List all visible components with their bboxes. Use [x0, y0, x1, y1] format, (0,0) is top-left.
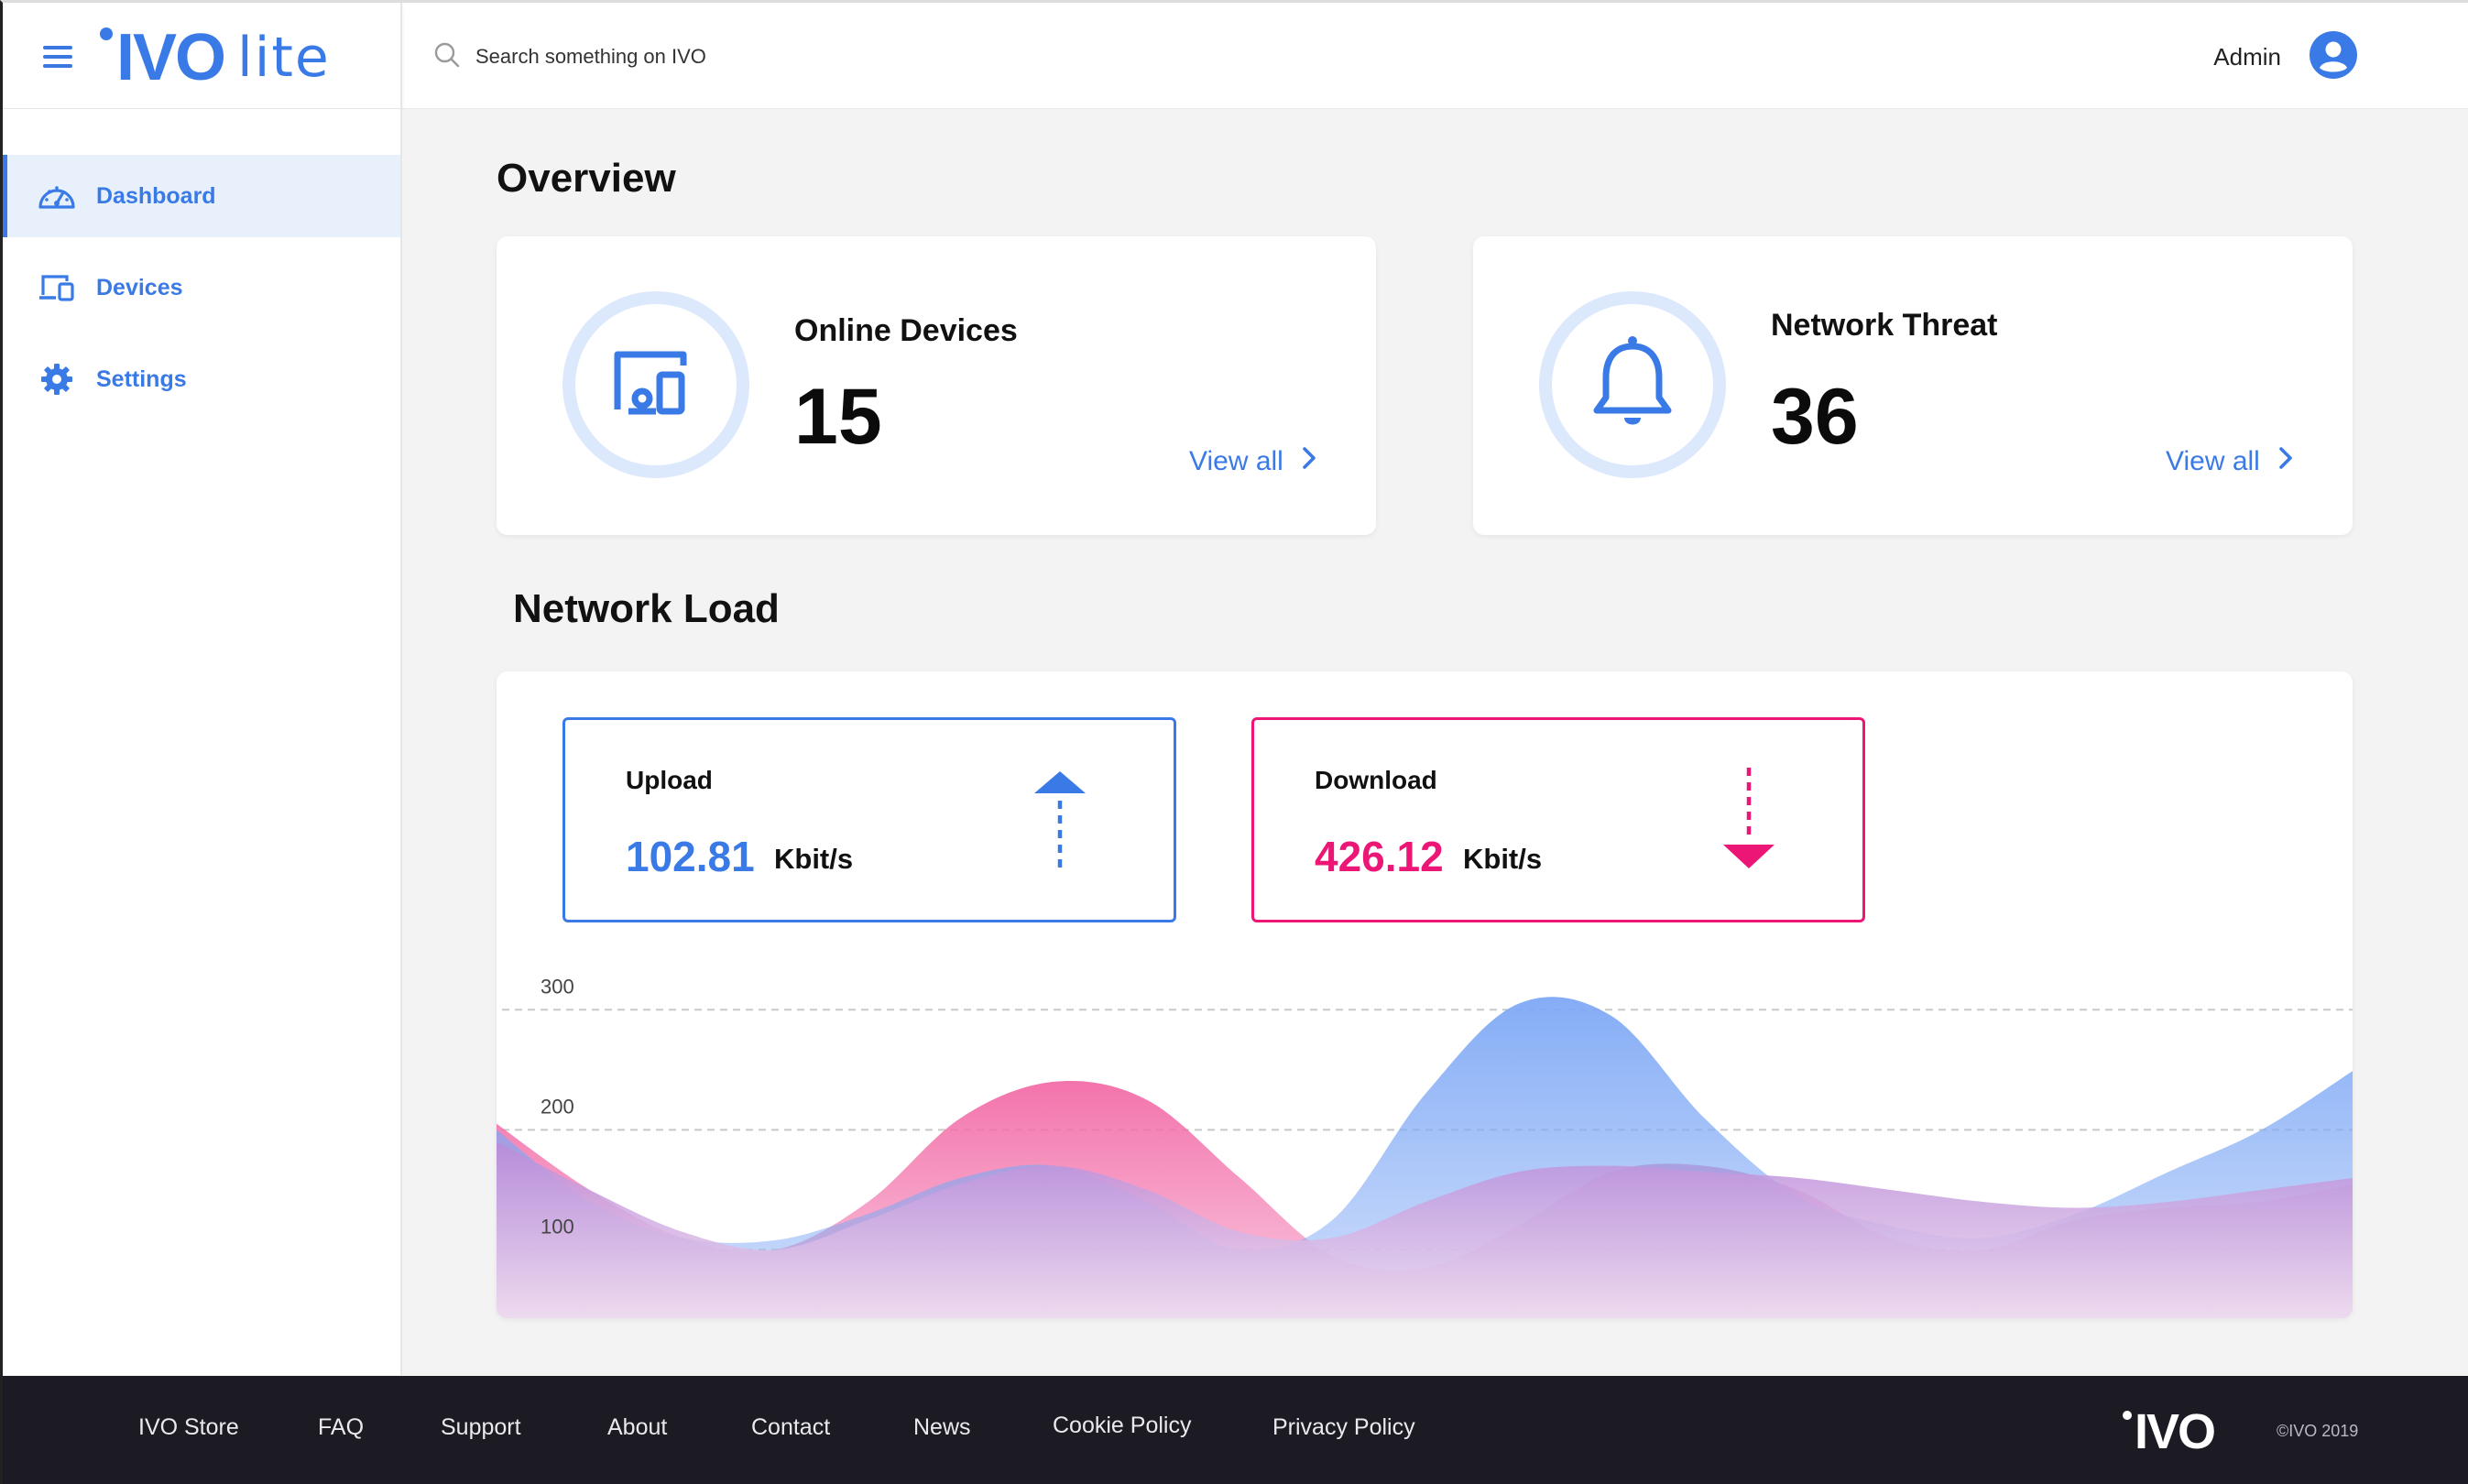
y-tick-label: 200	[541, 1095, 574, 1118]
avatar-icon[interactable]	[2309, 30, 2358, 84]
footer-link-privacy-policy[interactable]: Privacy Policy	[1272, 1414, 1415, 1441]
logo-sub-text: lite	[237, 26, 331, 90]
brand-area: IVO lite	[3, 3, 402, 109]
upload-label: Upload	[626, 766, 713, 794]
download-unit: Kbit/s	[1463, 843, 1543, 875]
network-threat-ring	[1539, 291, 1726, 478]
download-label: Download	[1315, 766, 1437, 794]
search-icon	[433, 41, 475, 73]
footer-logo: IVO	[2123, 1403, 2216, 1460]
logo-main-text: IVO	[116, 21, 226, 94]
footer-link-about[interactable]: About	[607, 1414, 667, 1441]
footer-link-contact[interactable]: Contact	[751, 1414, 830, 1441]
footer-link-news[interactable]: News	[913, 1414, 971, 1441]
network-load-chart: 100 200 300	[497, 975, 2353, 1318]
chevron-right-icon	[2260, 446, 2293, 477]
gear-icon	[38, 360, 76, 398]
view-all-label: View all	[1189, 446, 1283, 476]
network-threat-title: Network Threat	[1771, 308, 1998, 343]
upload-unit: Kbit/s	[774, 843, 854, 875]
footer-logo-text: IVO	[2135, 1404, 2216, 1459]
y-tick-label: 300	[541, 975, 574, 998]
hamburger-menu-icon[interactable]	[43, 46, 72, 68]
sidebar: Dashboard Devices Settings	[3, 109, 402, 1375]
search-input[interactable]	[475, 45, 1117, 69]
arrow-down-icon	[1721, 766, 1776, 877]
upload-rate-box: Upload 102.81 Kbit/s	[562, 717, 1176, 922]
search-bar	[433, 36, 1117, 78]
view-all-label: View all	[2166, 446, 2260, 476]
network-load-card: Upload 102.81 Kbit/s Download 426.12 Kbi…	[497, 671, 2353, 1318]
online-devices-value: 15	[794, 373, 882, 461]
footer-logo-dot	[2123, 1411, 2132, 1420]
arrow-up-icon	[1032, 769, 1087, 880]
logo-dot	[100, 27, 113, 40]
y-tick-label: 100	[541, 1215, 574, 1238]
online-devices-card: Online Devices 15 View all	[497, 236, 1376, 535]
online-devices-view-all-link[interactable]: View all	[1189, 446, 1316, 477]
sidebar-item-label: Settings	[96, 366, 187, 392]
download-value: 426.12	[1315, 833, 1444, 880]
network-threat-value: 36	[1771, 373, 1859, 461]
sidebar-item-dashboard[interactable]: Dashboard	[3, 155, 400, 237]
dashboard-gauge-icon	[38, 177, 76, 215]
bell-icon	[1589, 333, 1676, 437]
chevron-right-icon	[1283, 446, 1316, 477]
devices-icon	[612, 349, 700, 421]
footer-link-support[interactable]: Support	[441, 1414, 521, 1441]
user-name: Admin	[2213, 43, 2281, 71]
online-devices-ring	[562, 291, 749, 478]
footer-link-cookie-policy[interactable]: Cookie Policy	[1053, 1413, 1191, 1439]
copyright-text: ©IVO 2019	[2277, 1422, 2359, 1440]
user-menu[interactable]: Admin	[2213, 30, 2358, 84]
top-header: IVO lite Admin	[3, 3, 2468, 109]
sidebar-item-devices[interactable]: Devices	[3, 246, 400, 329]
sidebar-item-label: Dashboard	[96, 182, 216, 209]
app-logo[interactable]: IVO lite	[100, 21, 331, 94]
overview-title: Overview	[497, 156, 676, 201]
network-threat-view-all-link[interactable]: View all	[2166, 446, 2293, 477]
devices-icon	[38, 268, 76, 307]
footer-link-ivo-store[interactable]: IVO Store	[138, 1414, 239, 1441]
footer-link-faq[interactable]: FAQ	[318, 1414, 364, 1441]
download-rate-box: Download 426.12 Kbit/s	[1251, 717, 1865, 922]
sidebar-item-label: Devices	[96, 274, 183, 300]
online-devices-title: Online Devices	[794, 313, 1018, 348]
network-load-title: Network Load	[513, 586, 780, 631]
upload-value: 102.81	[626, 833, 755, 880]
network-threat-card: Network Threat 36 View all	[1473, 236, 2353, 535]
footer: IVO Store FAQ Support About Contact News…	[3, 1376, 2468, 1484]
sidebar-item-settings[interactable]: Settings	[3, 338, 400, 420]
